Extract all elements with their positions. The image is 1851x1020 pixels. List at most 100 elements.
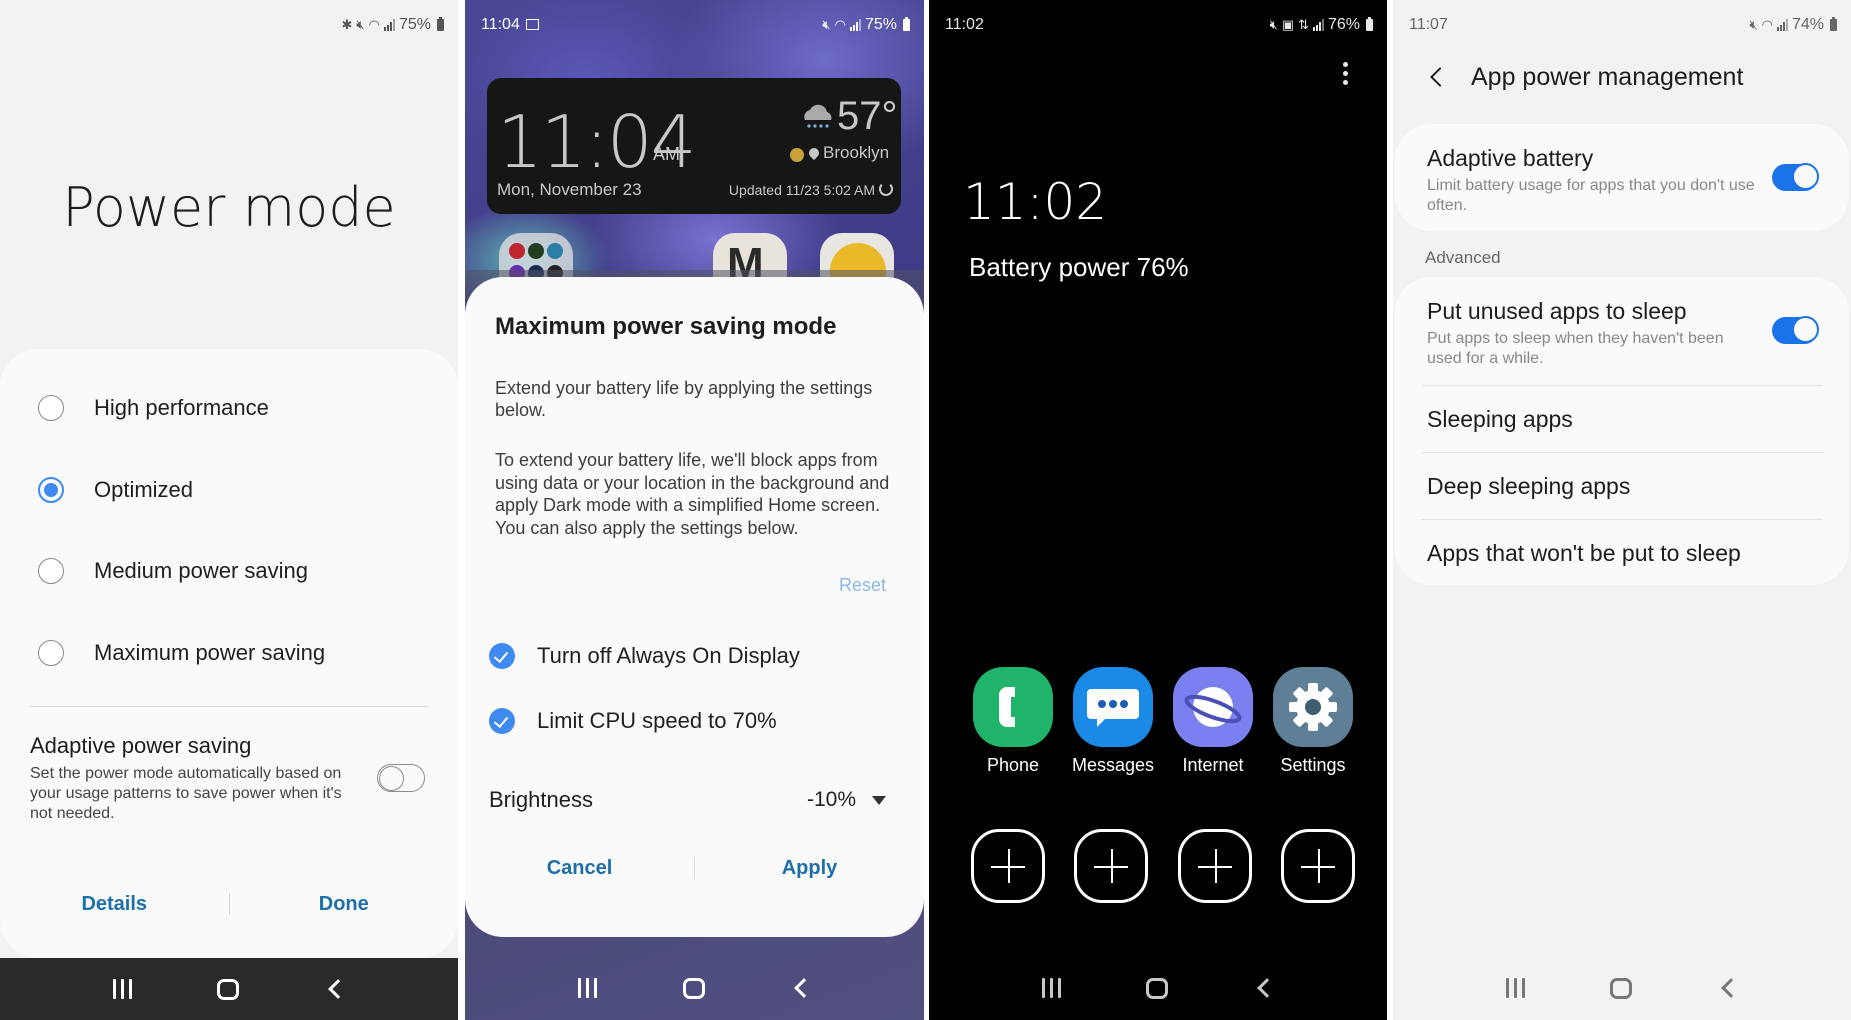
list-item-never-sleeping-apps[interactable]: Apps that won't be put to sleep [1395,520,1849,586]
battery-percent: 75% [398,16,431,33]
navigation-bar [0,958,458,1020]
recents-icon[interactable] [578,978,597,998]
brightness-dropdown[interactable]: Brightness -10% [489,783,886,817]
battery-icon [437,17,444,31]
battery-icon [1830,17,1837,31]
list-item-sleeping-apps[interactable]: Sleeping apps [1395,386,1849,452]
widget-ampm: AM [653,144,680,164]
location-pin-icon [806,145,822,161]
page-title: App power management [1471,62,1744,91]
signal-icon [1776,19,1788,31]
details-button[interactable]: Details [0,893,229,916]
home-icon[interactable] [1146,977,1169,999]
app-label: Internet [1182,755,1244,775]
option-label: Optimized [94,477,194,502]
recents-icon[interactable] [1041,978,1061,998]
recents-icon[interactable] [112,979,132,999]
radio-button[interactable] [38,395,64,421]
phone-icon [973,667,1053,747]
settings-icon [1273,667,1353,747]
status-bar: ✱ 🔇︎ ◠ 75% [0,0,458,56]
navigation-bar [929,956,1387,1020]
app-phone[interactable]: Phone [963,667,1063,776]
back-icon[interactable] [794,978,814,998]
check-label: Limit CPU speed to 70% [537,708,777,733]
app-label: Phone [986,755,1040,775]
gallery-icon [525,19,539,31]
signal-icon [1312,19,1324,31]
wifi-icon: ◠ [1761,17,1773,32]
adaptive-battery-toggle[interactable] [1772,163,1819,191]
battery-percent: 74% [1791,16,1824,33]
option-medium-power-saving[interactable]: Medium power saving [38,551,308,591]
clock-weather-widget[interactable]: 11:04 AM Mon, November 23 57° Brooklyn U… [487,78,901,214]
list-item-deep-sleeping-apps[interactable]: Deep sleeping apps [1395,453,1849,519]
option-label: High performance [94,395,269,420]
home-icon[interactable] [1610,977,1633,999]
list-item-label: Deep sleeping apps [1427,473,1631,499]
checkbox-checked[interactable] [489,643,515,669]
home-icon[interactable] [683,977,705,999]
radio-button-selected[interactable] [38,477,64,503]
radio-button[interactable] [38,558,64,584]
signal-icon [383,19,395,31]
put-unused-apps-toggle[interactable] [1772,316,1819,344]
app-settings[interactable]: Settings [1263,667,1363,776]
status-bar: 11:07 🔇︎ ◠ 74% [1393,0,1851,56]
apply-button[interactable]: Apply [695,857,924,880]
radio-button[interactable] [38,640,64,666]
add-app-row [971,829,1355,903]
app-messages[interactable]: Messages [1063,667,1163,776]
page-title: Power mode [62,176,396,239]
back-icon[interactable] [328,979,349,999]
power-mode-screen: ✱ 🔇︎ ◠ 75% Power mode High performance O… [0,0,458,1020]
weather-alert-icon [790,148,804,162]
option-maximum-power-saving[interactable]: Maximum power saving [38,633,325,673]
navigation-bar [465,956,924,1020]
recents-icon[interactable] [1505,978,1525,998]
home-icon[interactable] [217,978,240,1000]
cancel-button[interactable]: Cancel [465,857,694,880]
adaptive-power-saving-description: Set the power mode automatically based o… [30,765,342,822]
adaptive-power-saving-toggle[interactable] [377,764,425,792]
back-arrow-icon[interactable] [1430,67,1450,87]
brightness-value: -10% [806,788,856,811]
back-icon[interactable] [1257,978,1278,998]
data-off-icon: ⇅ [1298,17,1309,32]
put-unused-apps-description: Put apps to sleep when they haven't been… [1427,330,1724,367]
status-bar: 11:04 🔇︎ ◠ 75% [465,0,924,56]
option-optimized[interactable]: Optimized [38,470,193,510]
battery-percent: 76% [1327,16,1360,33]
add-app-button[interactable] [971,829,1045,903]
app-grid: Phone Messages Internet Settings [963,667,1363,776]
rain-cloud-icon [804,104,832,128]
brightness-label: Brightness [489,787,593,812]
option-label: Maximum power saving [94,640,326,665]
checkbox-checked[interactable] [489,708,515,734]
check-limit-cpu[interactable]: Limit CPU speed to 70% [489,704,777,738]
divider [30,706,428,707]
add-app-button[interactable] [1280,829,1355,903]
app-power-management-screen: 11:07 🔇︎ ◠ 74% App power management Adap… [1393,0,1851,1020]
wifi-icon: ◠ [834,17,846,32]
dialog-title: Maximum power saving mode [495,313,837,340]
refresh-icon[interactable] [879,182,893,196]
option-high-performance[interactable]: High performance [38,388,269,428]
app-label: Settings [1280,755,1346,775]
add-app-button[interactable] [1177,829,1252,903]
reset-button[interactable]: Reset [839,575,886,596]
app-internet[interactable]: Internet [1163,667,1263,776]
bluetooth-icon: ✱ [341,17,353,32]
add-app-button[interactable] [1074,829,1149,903]
widget-date: Mon, November 23 [497,180,642,199]
mute-icon: 🔇︎ [1269,17,1278,32]
battery-icon [1366,17,1373,31]
widget-time: 11:04 [497,100,696,184]
check-turn-off-aod[interactable]: Turn off Always On Display [489,639,800,673]
mute-icon: 🔇︎ [822,17,831,32]
battery-icon [903,17,910,31]
more-options-icon[interactable] [1343,62,1349,85]
back-icon[interactable] [1721,978,1742,998]
status-time: 11:04 [481,16,520,33]
done-button[interactable]: Done [230,893,459,916]
